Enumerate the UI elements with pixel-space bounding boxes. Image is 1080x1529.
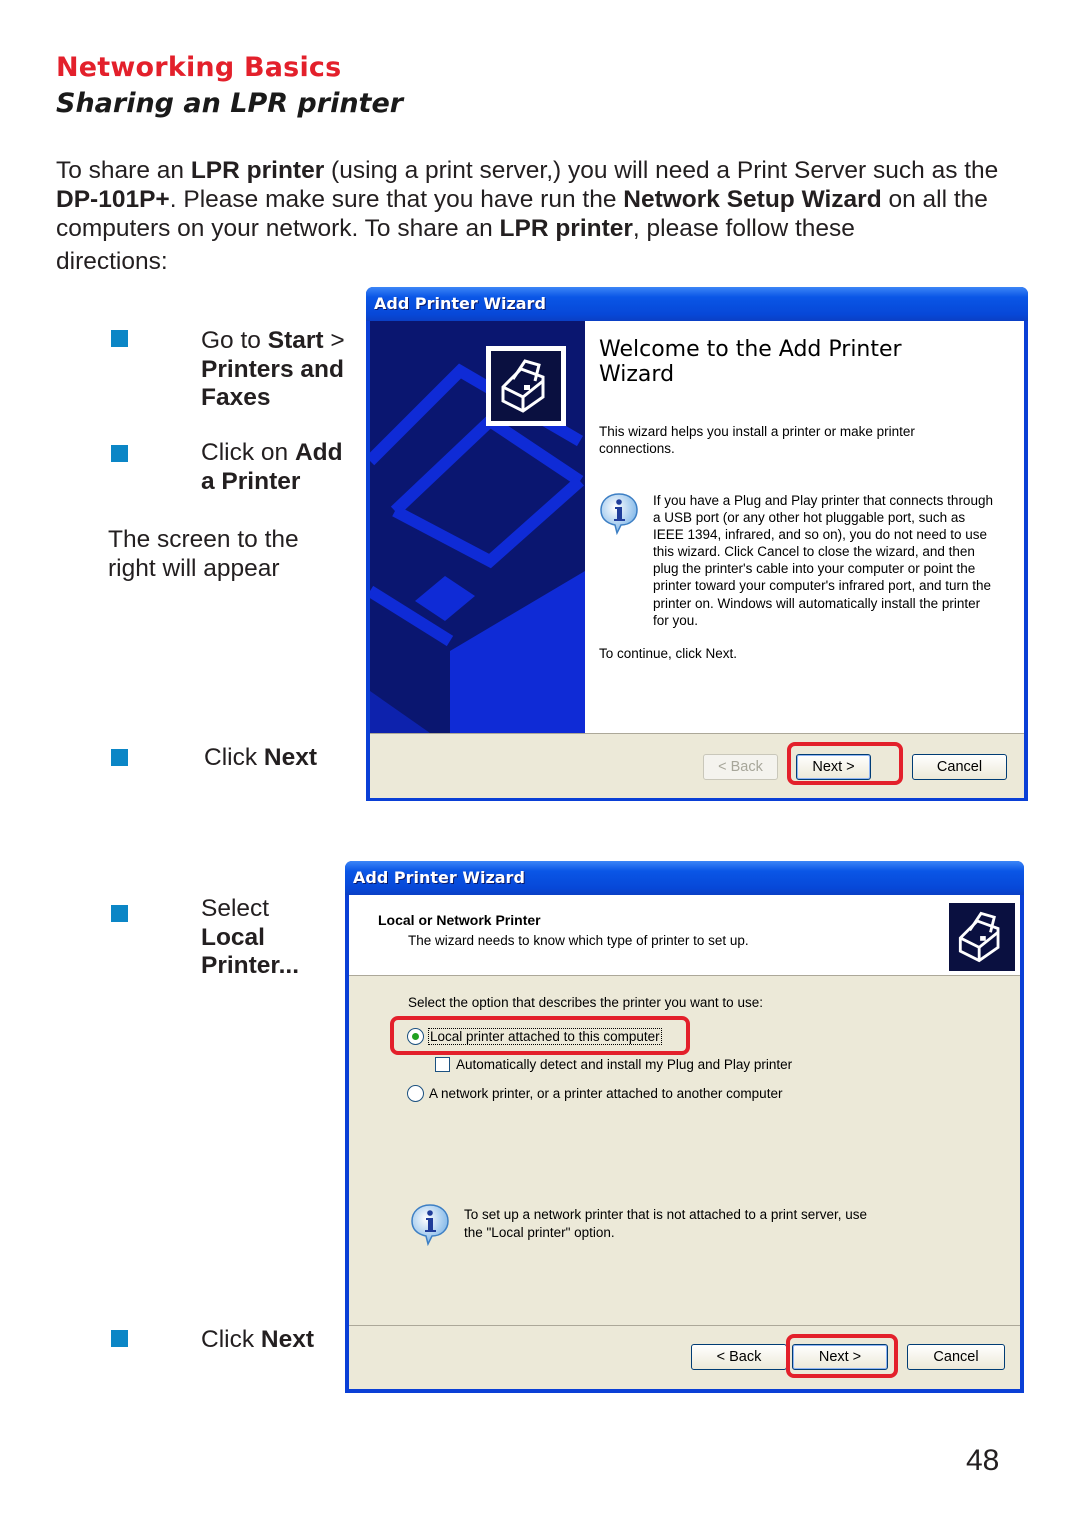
step-bold: Start xyxy=(267,327,324,354)
back-button-label: < Back xyxy=(718,759,763,775)
bullet-icon xyxy=(111,445,128,462)
highlight-next-annotation xyxy=(787,742,903,785)
header-title: Local or Network Printer xyxy=(378,912,541,928)
printer-icon xyxy=(491,351,561,421)
bullet-icon xyxy=(111,749,128,766)
add-printer-wizard-welcome: Add Printer Wizard Welcome to the Add Pr… xyxy=(366,287,1028,801)
option-label: A network printer, or a printer attached… xyxy=(429,1086,783,1101)
printer-icon-frame xyxy=(486,346,566,426)
step-select-local: Select Local Printer... xyxy=(201,895,331,981)
step-bold: Printer... xyxy=(201,952,300,979)
window-title: Add Printer Wizard xyxy=(345,861,1024,895)
checkbox-unchecked[interactable] xyxy=(435,1057,450,1072)
intro-bold: DP-101P+ xyxy=(56,186,170,213)
bullet-icon xyxy=(111,905,128,922)
cancel-button-label: Cancel xyxy=(933,1349,979,1365)
cancel-button[interactable]: Cancel xyxy=(907,1344,1005,1370)
highlight-local-annotation xyxy=(390,1016,690,1055)
back-button-label: < Back xyxy=(716,1349,762,1365)
step-add-printer: Click on Add a Printer xyxy=(201,439,361,496)
step-click-next-2: Click Next xyxy=(201,1326,314,1355)
bullet-icon xyxy=(111,1330,128,1347)
step-text: > xyxy=(323,327,345,354)
step-text: Click xyxy=(201,1326,261,1353)
step-text: Go to xyxy=(201,327,268,354)
step-bold: Local xyxy=(201,923,265,951)
step-click-next-1: Click Next xyxy=(204,744,317,773)
step-text: Click xyxy=(204,744,264,771)
step-bold: Next xyxy=(263,744,317,771)
wizard-heading: Welcome to the Add Printer Wizard xyxy=(599,337,902,387)
intro-text: directions: xyxy=(56,248,168,275)
intro-text: . Please make sure that you have run the xyxy=(169,186,624,213)
step-bold: Add xyxy=(294,439,343,466)
option-label: Automatically detect and install my Plug… xyxy=(456,1057,793,1072)
printer-icon xyxy=(949,903,1015,971)
continue-text: To continue, click Next. xyxy=(599,646,738,661)
back-button[interactable]: < Back xyxy=(691,1344,787,1370)
intro-bold: LPR printer xyxy=(499,215,633,242)
intro-paragraph: To share an LPR printer (using a print s… xyxy=(56,156,1036,276)
wizard-description: This wizard helps you install a printer … xyxy=(599,424,915,456)
cancel-button-label: Cancel xyxy=(936,759,983,775)
wizard-footer: < Back Next > Cancel xyxy=(370,733,1024,798)
info-text: If you have a Plug and Play printer that… xyxy=(653,493,993,628)
wizard-body: Local or Network Printer The wizard need… xyxy=(349,895,1020,1389)
header-subtitle: The wizard needs to know which type of p… xyxy=(408,933,749,948)
intro-text: (using a print server,) you will need a … xyxy=(324,157,999,184)
section-title: Networking Basics xyxy=(56,52,342,83)
option-prompt: Select the option that describes the pri… xyxy=(408,995,763,1010)
wizard-side-panel xyxy=(370,321,585,733)
step-text: Select xyxy=(201,895,270,922)
page-number: 48 xyxy=(966,1444,1000,1477)
step-bold: a Printer xyxy=(201,467,301,495)
radio-unselected[interactable] xyxy=(407,1085,424,1102)
info-icon xyxy=(408,1202,452,1247)
step-note: The screen to the right will appear xyxy=(108,526,299,582)
option-network-printer[interactable]: A network printer, or a printer attached… xyxy=(407,1085,782,1102)
page-subtitle: Sharing an LPR printer xyxy=(56,88,404,119)
window-title: Add Printer Wizard xyxy=(366,287,1028,321)
bullet-icon xyxy=(111,330,128,347)
wizard-footer: < Back Next > Cancel xyxy=(349,1325,1020,1390)
wizard-header: Local or Network Printer The wizard need… xyxy=(349,895,1020,976)
add-printer-wizard-local-network: Add Printer Wizard Local or Network Prin… xyxy=(345,861,1024,1393)
intro-text: , please follow these xyxy=(632,215,855,242)
intro-bold: LPR printer xyxy=(190,157,325,184)
wizard-body: Welcome to the Add Printer Wizard This w… xyxy=(370,321,1024,798)
info-icon xyxy=(597,491,641,536)
info-text: To set up a network printer that is not … xyxy=(464,1207,867,1240)
highlight-next-annotation xyxy=(786,1334,898,1378)
step-text: Click on xyxy=(201,439,295,466)
option-auto-detect[interactable]: Automatically detect and install my Plug… xyxy=(435,1057,792,1072)
cancel-button[interactable]: Cancel xyxy=(912,754,1007,780)
step-bold: Next xyxy=(260,1326,314,1353)
step-go-to-start: Go to Start > Printers and Faxes xyxy=(201,327,361,413)
intro-text: To share an xyxy=(56,157,191,184)
back-button[interactable]: < Back xyxy=(703,754,778,780)
step-bold: Printers and Faxes xyxy=(201,355,344,412)
intro-bold: Network Setup Wizard xyxy=(623,186,882,213)
